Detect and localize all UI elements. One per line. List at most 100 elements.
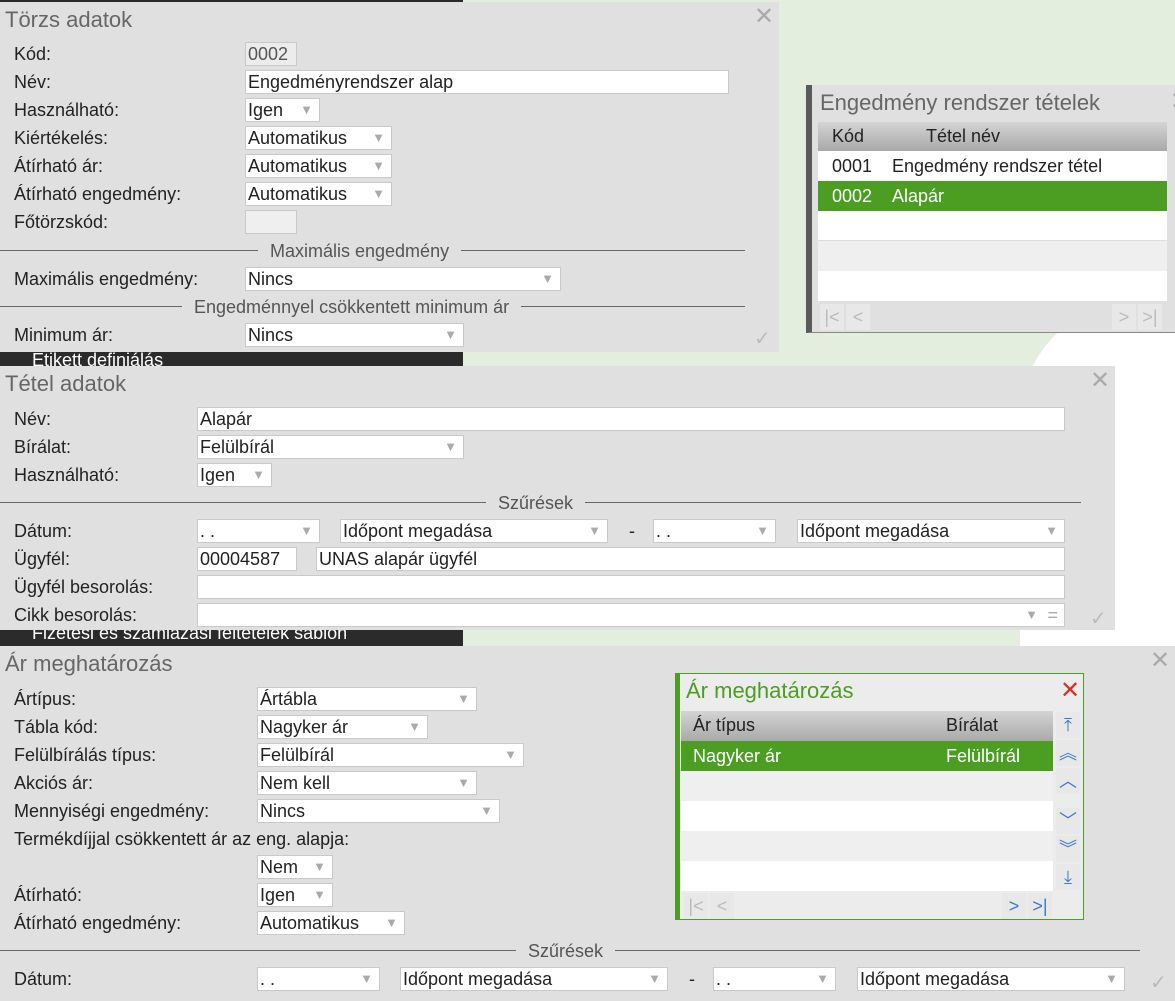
fotorzskod-label: Főtörzskód: — [14, 212, 109, 232]
kiertekeles-select[interactable]: Automatikus ▼ — [245, 126, 392, 150]
close-icon[interactable]: ✕ — [1150, 649, 1170, 673]
move-top-icon[interactable]: ⤒ — [1056, 712, 1080, 738]
close-icon[interactable]: ✕ — [1060, 676, 1080, 705]
select-value: . . — [260, 969, 276, 989]
datum-to-select[interactable]: . . ▼ — [713, 967, 836, 991]
move-page-up-icon[interactable]: ︽ — [1056, 740, 1080, 766]
atirhato-ar-label: Átírható ár: — [14, 156, 104, 176]
hasznalhato-label: Használható: — [14, 100, 120, 120]
select-value: Nincs — [260, 801, 306, 821]
table-row-selected[interactable]: 0002 Alapár — [818, 181, 1167, 211]
close-icon[interactable]: ✕ — [754, 5, 774, 29]
prev-page-icon[interactable]: < — [846, 304, 870, 330]
hasznalhato-select[interactable]: Igen ▼ — [197, 463, 272, 487]
close-icon[interactable]: ✕ — [1170, 90, 1175, 114]
first-page-icon[interactable]: |< — [684, 893, 708, 919]
ar-meghatarozas-panel: Ár meghatározás ✕ Ártípus: Ártábla ▼ Tábl… — [0, 646, 1175, 1001]
cell-kod: 0002 — [832, 186, 873, 206]
biralat-select[interactable]: Felülbírál ▼ — [197, 435, 464, 459]
datum-to-select[interactable]: . . ▼ — [653, 519, 776, 543]
column-header-ar-tipus[interactable]: Ár típus — [693, 711, 755, 739]
chevron-down-icon: ▼ — [313, 859, 326, 874]
table-row[interactable]: 0001 Engedmény rendszer tétel — [818, 151, 1167, 181]
column-header-kod[interactable]: Kód — [832, 122, 864, 150]
chevron-down-icon: ▼ — [1105, 971, 1118, 986]
atirhato-engedmeny-select[interactable]: Automatikus ▼ — [257, 911, 405, 935]
move-up-icon[interactable]: ︿ — [1056, 768, 1080, 794]
move-bottom-icon[interactable]: ⤓ — [1056, 864, 1080, 890]
chevron-down-icon: ▼ — [444, 327, 457, 342]
max-engedmeny-select[interactable]: Nincs ▼ — [245, 267, 561, 291]
range-dash: - — [689, 969, 695, 989]
termekdij-select[interactable]: Nem ▼ — [257, 855, 333, 879]
hasznalhato-select[interactable]: Igen ▼ — [245, 98, 320, 122]
idopont-to-select[interactable]: Időpont megadása ▼ — [797, 519, 1065, 543]
idopont-from-select[interactable]: Időpont megadása ▼ — [400, 967, 668, 991]
select-value: Felülbírál — [200, 437, 275, 457]
column-header-tetel-nev[interactable]: Tétel név — [926, 122, 1000, 150]
max-engedmeny-label: Maximális engedmény: — [14, 269, 199, 289]
biralat-label: Bírálat: — [14, 437, 72, 457]
menu-icon[interactable]: = — [1047, 604, 1058, 626]
idopont-from-select[interactable]: Időpont megadása ▼ — [340, 519, 608, 543]
chevron-down-icon: ▼ — [457, 691, 470, 706]
chevron-down-icon: ▼ — [457, 775, 470, 790]
atirhato-ar-select[interactable]: Automatikus ▼ — [245, 154, 392, 178]
chevron-down-icon: ▼ — [300, 523, 313, 538]
idopont-to-select[interactable]: Időpont megadása ▼ — [857, 967, 1125, 991]
termekdij-label: Termékdíjjal csökkentett ár az eng. alap… — [14, 829, 350, 849]
table-header: Kód Tétel név — [818, 122, 1167, 151]
artipus-select[interactable]: Ártábla ▼ — [257, 687, 477, 711]
datum-from-select[interactable]: . . ▼ — [197, 519, 320, 543]
next-page-icon[interactable]: > — [1002, 893, 1026, 919]
panel-title: Törzs adatok — [5, 7, 133, 32]
felulbiralas-tipus-select[interactable]: Felülbírál ▼ — [257, 743, 524, 767]
column-header-biralat[interactable]: Bírálat — [946, 711, 998, 739]
last-page-icon[interactable]: >| — [1028, 893, 1052, 919]
datum-from-select[interactable]: . . ▼ — [257, 967, 380, 991]
select-value: Igen — [248, 100, 284, 120]
cikk-besorolas-input[interactable]: ▼ = — [197, 603, 1065, 627]
panel-title: Engedmény rendszer tételek — [820, 90, 1101, 115]
select-value: Időpont megadása — [860, 969, 1010, 989]
move-page-down-icon[interactable]: ︾ — [1056, 836, 1080, 862]
first-page-icon[interactable]: |< — [820, 304, 844, 330]
fotorzskod-input[interactable] — [245, 210, 297, 234]
panel-title: Ár meghatározás — [5, 651, 173, 676]
chevron-down-icon[interactable]: ▼ — [1025, 604, 1038, 626]
tabla-kod-select[interactable]: Nagyker ár ▼ — [257, 715, 428, 739]
ugyfel-kod-input[interactable]: 00004587 — [197, 547, 297, 571]
akcios-ar-select[interactable]: Nem kell ▼ — [257, 771, 477, 795]
chevron-down-icon: ▼ — [444, 439, 457, 454]
move-down-icon[interactable]: ﹀ — [1056, 808, 1080, 834]
cell-kod: 0001 — [832, 156, 873, 176]
close-icon[interactable]: ✕ — [1090, 369, 1110, 393]
mennyisegi-engedmeny-select[interactable]: Nincs ▼ — [257, 799, 500, 823]
select-value: Nincs — [248, 269, 294, 289]
table-row-selected[interactable]: Nagyker ár Felülbírál — [681, 741, 1053, 771]
atirhato-label: Átírható: — [14, 885, 83, 905]
check-icon[interactable]: ✓ — [1090, 606, 1107, 630]
check-icon[interactable]: ✓ — [754, 326, 771, 351]
ugyfel-nev-input[interactable]: UNAS alapár ügyfél — [316, 547, 1065, 571]
atirhato-select[interactable]: Igen ▼ — [257, 883, 333, 907]
ugyfel-label: Ügyfél: — [14, 549, 71, 569]
prev-page-icon[interactable]: < — [710, 893, 734, 919]
section-title: Maximális engedmény — [258, 240, 462, 262]
kod-field: 0002 — [245, 42, 297, 66]
check-icon[interactable]: ✓ — [1150, 970, 1167, 995]
ugyfel-besorolas-input[interactable] — [197, 575, 1065, 599]
atirhato-engedmeny-select[interactable]: Automatikus ▼ — [245, 182, 392, 206]
nev-input[interactable]: Engedményrendszer alap — [245, 70, 729, 94]
minimum-ar-select[interactable]: Nincs ▼ — [245, 323, 464, 347]
last-page-icon[interactable]: >| — [1138, 304, 1162, 330]
cell-nev: Engedmény rendszer tétel — [892, 156, 1103, 176]
select-value: Automatikus — [260, 913, 360, 933]
minimum-ar-label: Minimum ár: — [14, 325, 114, 345]
nev-input[interactable]: Alapár — [197, 407, 1065, 431]
chevron-down-icon: ▼ — [408, 719, 421, 734]
next-page-icon[interactable]: > — [1112, 304, 1136, 330]
atirhato-engedmeny-label: Átírható engedmény: — [14, 184, 182, 204]
cell-ar-tipus: Nagyker ár — [693, 746, 782, 766]
chevron-down-icon: ▼ — [313, 887, 326, 902]
